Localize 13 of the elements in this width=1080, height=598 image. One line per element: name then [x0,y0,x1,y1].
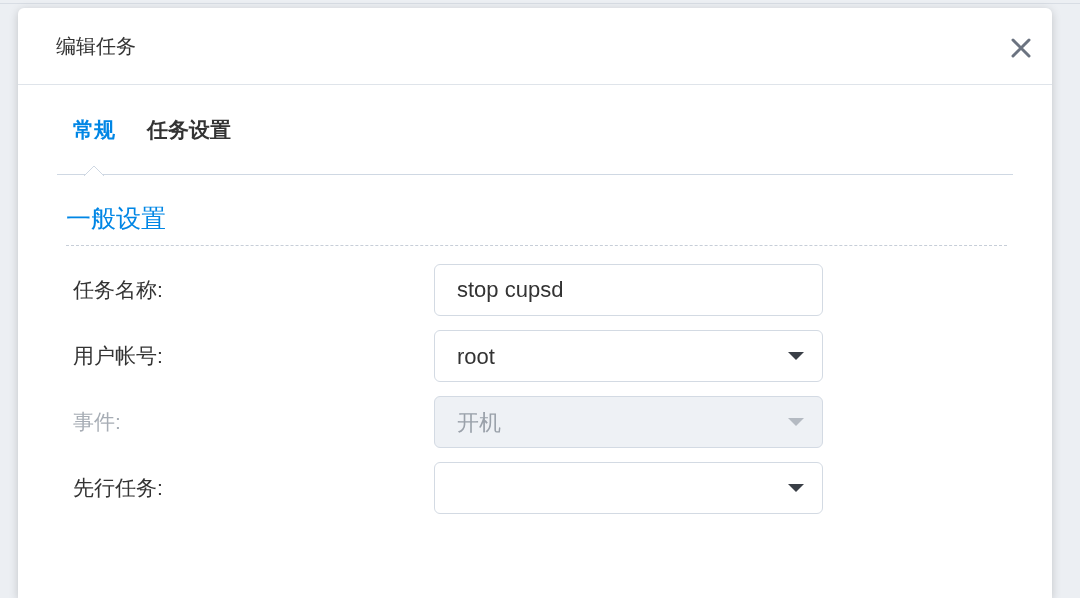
field-label: 任务名称: [73,277,164,304]
caret-icon [788,484,804,492]
field-label: 事件: [73,409,122,436]
dropdown[interactable]: root [434,330,823,382]
field-label: 先行任务: [73,475,164,502]
section-title: 一般设置 [66,203,167,233]
caret-icon [788,418,804,426]
tab[interactable]: 任务设置 [131,84,247,175]
dialog-title: 编辑任务 [56,34,136,59]
tab[interactable]: 常规 [57,84,131,175]
field-label: 用户帐号: [73,343,164,370]
caret-icon [788,352,804,360]
text-field[interactable]: stop cupsd [434,264,823,316]
